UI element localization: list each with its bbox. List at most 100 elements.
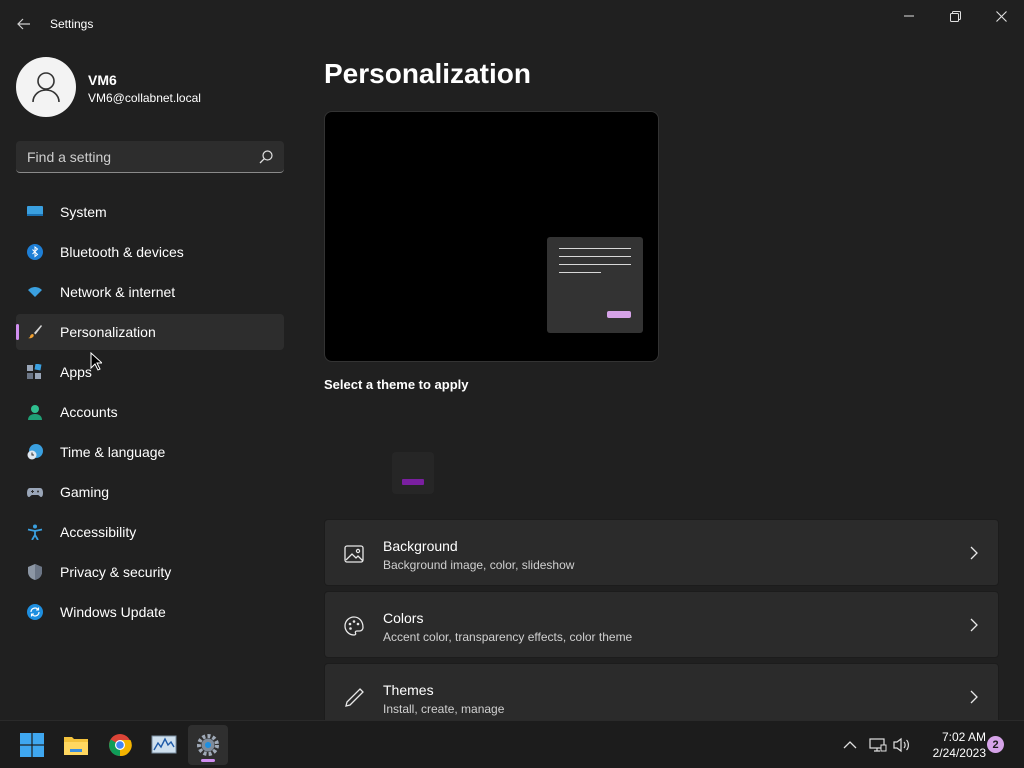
sidebar-item-label: Personalization: [60, 324, 156, 340]
folder-icon: [64, 737, 88, 755]
chevron-right-icon: [970, 690, 978, 704]
preview-line: [559, 264, 631, 265]
sidebar-item-label: Bluetooth & devices: [60, 244, 184, 260]
sidebar-item-label: Accounts: [60, 404, 118, 420]
preview-line: [559, 248, 631, 249]
wifi-icon: [28, 287, 42, 297]
settings-window: Settings VM6 VM6@collabnet.local System …: [0, 0, 1024, 720]
sidebar-item-label: Network & internet: [60, 284, 176, 300]
palette-icon: [344, 616, 364, 636]
close-icon: [995, 10, 1007, 22]
sidebar-item-label: Apps: [60, 364, 92, 380]
avatar[interactable]: [16, 57, 76, 117]
sidebar-item-accounts[interactable]: Accounts: [16, 394, 284, 430]
restore-icon: [949, 10, 961, 22]
active-app-indicator: [201, 759, 215, 762]
bluetooth-icon: [27, 244, 43, 260]
accessibility-icon: [27, 524, 43, 540]
volume-tray-button[interactable]: [892, 735, 912, 755]
system-icon: [27, 206, 43, 216]
sidebar-item-label: Privacy & security: [60, 564, 172, 580]
selection-indicator: [16, 324, 19, 340]
sidebar-item-network[interactable]: Network & internet: [16, 274, 284, 310]
sidebar-item-label: Windows Update: [60, 604, 166, 620]
account-icon: [28, 405, 42, 420]
windows-logo-icon: [20, 733, 44, 757]
user-email: VM6@collabnet.local: [88, 91, 201, 105]
gear-icon: [197, 734, 219, 756]
search-box: [16, 141, 284, 173]
taskbar-performance-monitor[interactable]: [144, 725, 184, 765]
minimize-button[interactable]: [886, 0, 932, 32]
sidebar-nav: System Bluetooth & devices Network & int…: [16, 194, 284, 634]
network-tray-button[interactable]: [868, 735, 888, 755]
background-card[interactable]: Background Background image, color, slid…: [324, 519, 999, 586]
clock[interactable]: 7:02 AM 2/24/2023: [916, 729, 986, 761]
mouse-cursor-icon: [90, 352, 102, 371]
themes-card[interactable]: Themes Install, create, manage: [324, 663, 999, 720]
sidebar-item-label: Time & language: [60, 444, 166, 460]
image-icon: [344, 545, 364, 563]
notification-badge[interactable]: 2: [987, 736, 1004, 753]
card-title: Themes: [383, 682, 434, 698]
taskbar-chrome[interactable]: [100, 725, 140, 765]
clock-time: 7:02 AM: [941, 730, 986, 744]
speaker-icon: [893, 737, 909, 753]
sidebar-item-label: System: [60, 204, 107, 220]
card-title: Colors: [383, 610, 424, 626]
colors-card[interactable]: Colors Accent color, transparency effect…: [324, 591, 999, 658]
title-bar: Settings: [0, 0, 1024, 48]
chevron-right-icon: [970, 546, 978, 560]
sidebar-item-accessibility[interactable]: Accessibility: [16, 514, 284, 550]
shield-icon: [28, 564, 42, 580]
sidebar-item-bluetooth[interactable]: Bluetooth & devices: [16, 234, 284, 270]
back-arrow-icon: [17, 18, 30, 30]
theme-accent-bar: [402, 479, 424, 485]
user-icon: [32, 72, 60, 103]
sidebar-item-apps[interactable]: Apps: [16, 354, 284, 390]
monitor-chart-icon: [151, 735, 177, 754]
sidebar-item-label: Gaming: [60, 484, 110, 500]
sidebar-item-personalization[interactable]: Personalization: [16, 314, 284, 350]
card-subtitle: Install, create, manage: [383, 702, 505, 716]
pen-icon: [345, 688, 364, 707]
preview-line: [559, 256, 631, 257]
back-button[interactable]: [10, 12, 38, 36]
page-title: Personalization: [324, 58, 531, 89]
taskbar-file-explorer[interactable]: [56, 725, 96, 765]
theme-thumbnail[interactable]: [392, 452, 434, 494]
sidebar-item-system[interactable]: System: [16, 194, 284, 230]
taskbar-settings[interactable]: [188, 725, 228, 765]
minimize-icon: [904, 15, 914, 17]
gamepad-icon: [27, 488, 43, 497]
clock-date: 2/24/2023: [932, 746, 986, 760]
preview-window: [547, 237, 643, 333]
sidebar-item-gaming[interactable]: Gaming: [16, 474, 284, 510]
card-title: Background: [383, 538, 458, 554]
show-hidden-icons-button[interactable]: [840, 735, 860, 755]
sidebar-item-privacy-security[interactable]: Privacy & security: [16, 554, 284, 590]
card-subtitle: Accent color, transparency effects, colo…: [383, 630, 633, 644]
clock-globe-icon: [27, 444, 43, 460]
user-name: VM6: [88, 72, 117, 88]
theme-select-label: Select a theme to apply: [324, 377, 469, 392]
network-icon: [869, 738, 887, 752]
chevron-right-icon: [970, 618, 978, 632]
sidebar-item-time-language[interactable]: Time & language: [16, 434, 284, 470]
update-icon: [27, 604, 43, 620]
search-icon[interactable]: [258, 149, 274, 165]
theme-preview: [324, 111, 659, 362]
sidebar-item-label: Accessibility: [60, 524, 137, 540]
taskbar: 7:02 AM 2/24/2023 2: [0, 720, 1024, 768]
sidebar-item-windows-update[interactable]: Windows Update: [16, 594, 284, 630]
apps-icon: [27, 364, 42, 379]
chevron-up-icon: [843, 741, 857, 749]
close-button[interactable]: [978, 0, 1024, 32]
brush-icon: [28, 325, 42, 339]
restore-button[interactable]: [932, 0, 978, 32]
chrome-icon: [109, 734, 132, 757]
search-input[interactable]: [16, 141, 256, 172]
start-button[interactable]: [12, 725, 52, 765]
preview-accent-button: [607, 311, 631, 318]
window-title: Settings: [50, 17, 94, 31]
